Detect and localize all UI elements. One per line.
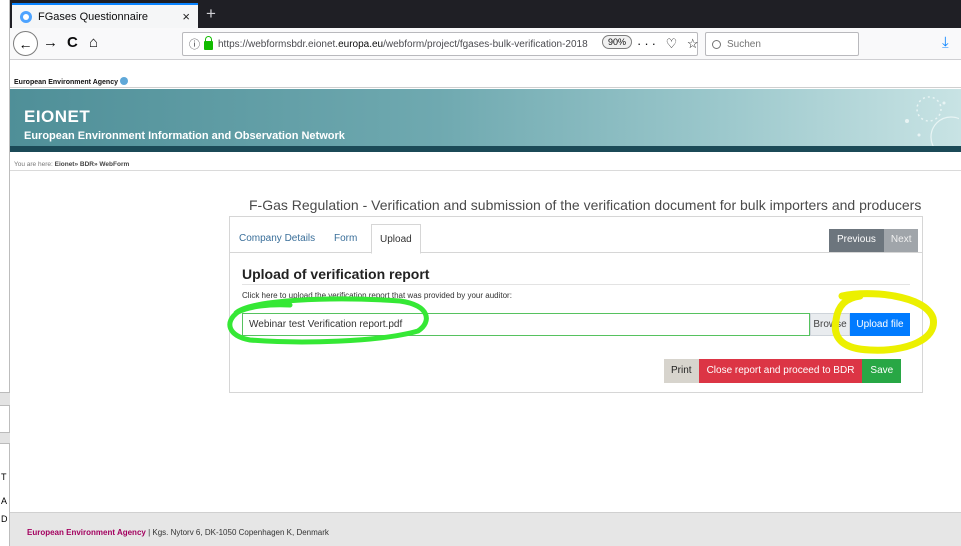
previous-button[interactable]: Previous (829, 229, 884, 252)
search-icon (712, 39, 721, 49)
reload-button[interactable]: C (67, 34, 78, 51)
section-heading: Upload of verification report (242, 266, 430, 282)
search-placeholder: Suchen (727, 38, 761, 50)
banner-decoration-icon (905, 96, 959, 151)
page-footer: European Environment Agency | Kgs. Nytor… (10, 512, 961, 546)
breadcrumb-prefix: You are here: (14, 161, 55, 168)
background-window-letter: D (1, 514, 8, 524)
eionet-brand[interactable]: EIONET (24, 107, 90, 127)
web-page: European Environment Agency EIONET Europ… (10, 72, 961, 546)
print-button[interactable]: Print (664, 359, 699, 383)
form-panel: Company Details Form Upload Previous Nex… (229, 216, 923, 393)
background-window-letter: A (1, 496, 8, 506)
eea-topbar: European Environment Agency (10, 72, 961, 88)
tab-form[interactable]: Form (334, 233, 357, 244)
info-icon[interactable]: ⓘ (189, 36, 200, 52)
browse-button[interactable]: Browse (810, 313, 850, 336)
tab-company-details[interactable]: Company Details (239, 233, 315, 244)
page-actions-icons[interactable]: ··· ♡ ☆ (637, 36, 702, 52)
background-window-block (0, 432, 10, 444)
background-window-letter: T (1, 472, 7, 482)
tab-upload[interactable]: Upload (371, 224, 421, 254)
forward-button[interactable]: → (43, 34, 58, 51)
eionet-subtitle: European Environment Information and Obs… (24, 130, 345, 142)
upload-instruction: Click here to upload the verification re… (242, 291, 512, 300)
breadcrumb: You are here: Eionet» BDR» WebForm (10, 158, 961, 171)
back-button[interactable]: ← (13, 31, 38, 56)
footer-address: | Kgs. Nytorv 6, DK-1050 Copenhagen K, D… (145, 528, 329, 537)
footer-agency-link[interactable]: European Environment Agency (27, 528, 146, 537)
form-tabs: Company Details Form Upload Previous Nex… (230, 224, 922, 254)
close-tab-icon[interactable]: × (182, 9, 190, 24)
home-button[interactable]: ⌂ (89, 34, 98, 51)
action-buttons: Print Close report and proceed to BDR Sa… (664, 359, 902, 383)
download-icon[interactable]: ⤓ (942, 34, 949, 51)
eea-favicon-icon (20, 10, 32, 23)
new-tab-icon[interactable]: + (206, 4, 216, 24)
background-window-strip: T A D (0, 0, 10, 546)
breadcrumb-path[interactable]: Eionet» BDR» WebForm (55, 161, 130, 168)
browser-tab-bar: FGases Questionnaire × + (10, 0, 961, 28)
eea-agency-link[interactable]: European Environment Agency (14, 79, 118, 86)
close-report-button[interactable]: Close report and proceed to BDR (698, 359, 863, 383)
screenshot-root: T A D FGases Questionnaire × + ← → C ⌂ ⓘ… (0, 0, 961, 546)
upload-file-button[interactable]: Upload file (850, 313, 910, 336)
zoom-indicator[interactable]: 90% (602, 35, 633, 49)
url-domain: europa.eu (338, 38, 384, 50)
save-button[interactable]: Save (862, 359, 902, 383)
file-name-field[interactable]: Webinar test Verification report.pdf (242, 313, 810, 336)
search-input[interactable]: Suchen (705, 32, 859, 56)
divider (242, 284, 910, 285)
browser-tab[interactable]: FGases Questionnaire × (12, 3, 198, 28)
pager: Previous Next (829, 229, 919, 252)
url-suffix: /webform/project/fgases-bulk-verificatio… (383, 38, 588, 50)
background-window-block (0, 392, 10, 406)
lock-icon (204, 36, 213, 50)
page-title: F-Gas Regulation - Verification and subm… (249, 197, 922, 213)
next-button[interactable]: Next (883, 229, 919, 252)
banner-bottom-bar (10, 146, 961, 152)
browser-nav-bar: ← → C ⌂ ⓘ https://webformsbdr.eionet.eur… (10, 28, 961, 60)
eea-logo-icon (119, 77, 128, 85)
url-prefix: https://webformsbdr.eionet. (218, 38, 339, 50)
eionet-banner: EIONET European Environment Information … (10, 89, 961, 152)
tab-title: FGases Questionnaire (38, 10, 149, 23)
toolbar-spacer (10, 61, 961, 72)
